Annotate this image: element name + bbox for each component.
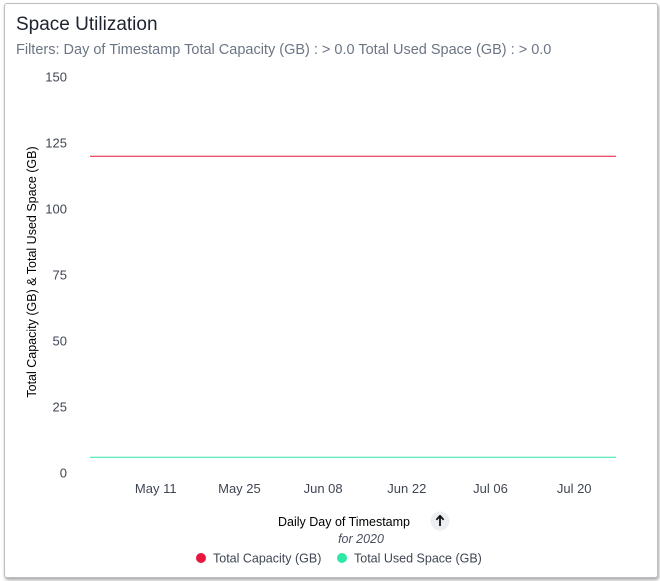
series-layer [90,155,616,458]
legend-marker [196,553,206,563]
legend-label: Total Capacity (GB) [213,552,321,566]
legend-marker [337,553,347,563]
legend-item[interactable]: Total Used Space (GB) [337,552,482,566]
y-axis-title: Total Capacity (GB) & Total Used Space (… [25,146,39,397]
y-tick-label: 150 [45,70,67,85]
y-axis: 0 25 50 75 100 125 150 [45,70,67,481]
x-tick-label: Jun 22 [387,481,426,496]
y-tick-label: 50 [53,334,67,349]
x-tick-label: Jul 20 [557,481,592,496]
x-axis-subtitle: for 2020 [338,532,384,546]
legend: Total Capacity (GB) Total Used Space (GB) [196,552,482,566]
y-tick-label: 25 [53,400,67,415]
y-tick-label: 125 [45,136,67,151]
y-tick-label: 75 [53,268,67,283]
y-tick-label: 0 [60,466,67,481]
legend-label: Total Used Space (GB) [354,552,482,566]
x-tick-label: May 11 [135,481,177,496]
legend-item[interactable]: Total Capacity (GB) [196,552,321,566]
x-axis-title[interactable]: Daily Day of Timestamp [278,515,410,529]
sort-button[interactable] [430,511,450,531]
line-chart: 0 25 50 75 100 125 150 May 11 May 25 Jun 08 Jun 2… [25,70,616,566]
x-tick-label: May 25 [218,481,261,496]
x-axis: May 11 May 25 Jun 08 Jun 22 Jul 06 Jul 20 [135,481,592,496]
x-tick-label: Jun 08 [304,481,343,496]
y-tick-label: 100 [45,202,67,217]
x-tick-label: Jul 06 [473,481,508,496]
